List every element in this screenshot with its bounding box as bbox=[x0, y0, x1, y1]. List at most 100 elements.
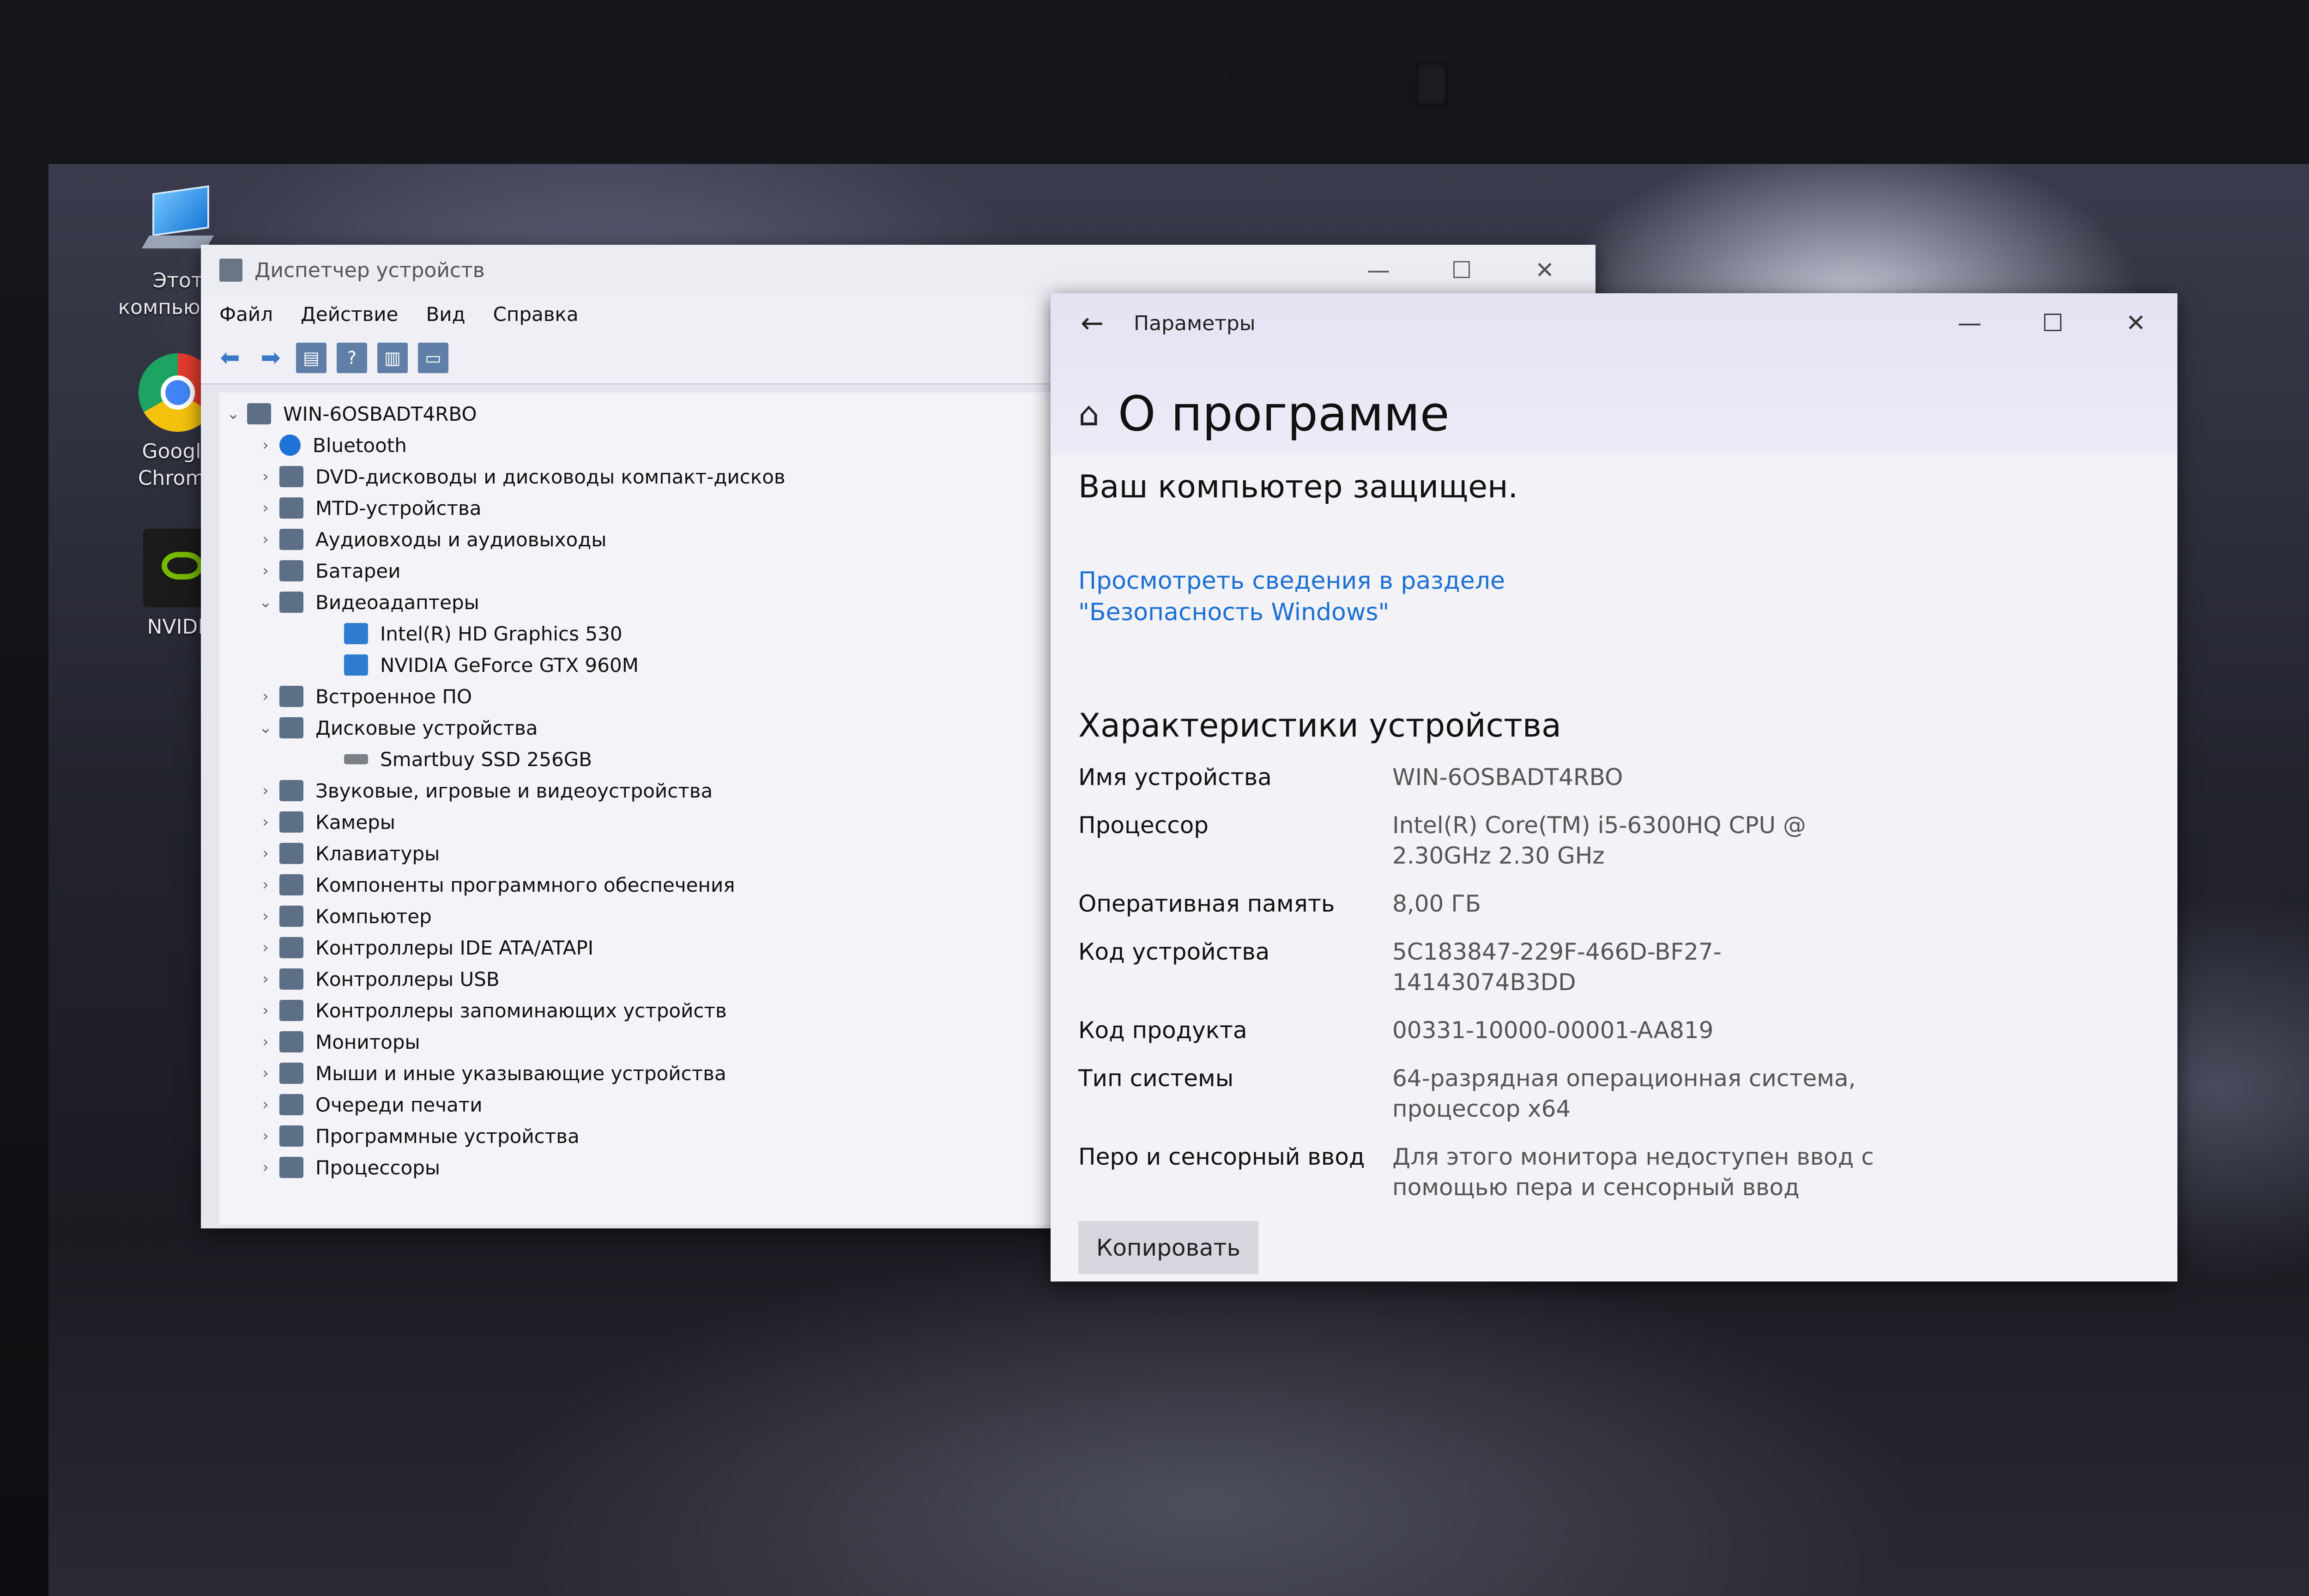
tree-node-label: DVD-дисководы и дисководы компакт-дисков bbox=[315, 465, 786, 488]
laptop-bezel: Этот компьютер Google Chrome NVIDIA Дисп… bbox=[0, 0, 2309, 1596]
chevron-right-icon[interactable]: › bbox=[252, 1033, 279, 1051]
copy-button[interactable]: Копировать bbox=[1078, 1221, 1258, 1274]
view-icon: ▥ bbox=[384, 348, 401, 368]
maximize-button[interactable]: ☐ bbox=[1420, 245, 1503, 296]
tree-node-label: Компьютер bbox=[315, 905, 432, 928]
tree-node-label: Мыши и иные указывающие устройства bbox=[315, 1062, 726, 1085]
device-category-icon bbox=[279, 937, 303, 958]
chevron-down-icon[interactable]: ⌄ bbox=[252, 593, 279, 611]
device-category-icon bbox=[279, 497, 303, 519]
spec-row: Имя устройства WIN-6OSBADT4RBO bbox=[1078, 762, 2150, 792]
device-category-icon bbox=[279, 1125, 303, 1147]
scan-hardware-button[interactable]: ▭ bbox=[418, 343, 448, 373]
close-icon: ✕ bbox=[1535, 257, 1554, 284]
spec-value: Для этого монитора недоступен ввод с пом… bbox=[1392, 1143, 1874, 1201]
device-category-icon bbox=[279, 1063, 303, 1084]
security-link[interactable]: Просмотреть сведения в разделе "Безопасн… bbox=[1078, 565, 1679, 628]
chevron-right-icon[interactable]: › bbox=[252, 970, 279, 988]
spec-key: Перо и сенсорный ввод bbox=[1078, 1143, 1365, 1170]
spec-value: 64-разрядная операционная система, проце… bbox=[1392, 1065, 1856, 1122]
settings-header: ← Параметры — ☐ ✕ ⌂ О программе bbox=[1051, 293, 2177, 455]
device-category-icon bbox=[279, 811, 303, 833]
forward-button[interactable]: ➡ bbox=[255, 343, 286, 373]
chevron-right-icon[interactable]: › bbox=[252, 781, 279, 800]
device-category-icon bbox=[279, 1094, 303, 1115]
spec-row: Тип системы 64-разрядная операционная сис… bbox=[1078, 1063, 2150, 1124]
device-category-icon bbox=[279, 968, 303, 990]
device-category-icon bbox=[247, 403, 271, 424]
tree-node-label: Smartbuy SSD 256GB bbox=[380, 748, 592, 771]
chevron-right-icon[interactable]: › bbox=[252, 687, 279, 706]
tree-node-label: Контроллеры USB bbox=[315, 967, 500, 991]
spec-key: Код продукта bbox=[1078, 1017, 1247, 1044]
device-category-icon bbox=[279, 466, 303, 487]
chevron-right-icon[interactable]: › bbox=[252, 938, 279, 957]
tree-node-label: Аудиовходы и аудиовыходы bbox=[315, 528, 607, 551]
chevron-right-icon[interactable]: › bbox=[252, 844, 279, 863]
tree-node-label: Процессоры bbox=[315, 1156, 441, 1179]
properties-icon: ▤ bbox=[303, 348, 320, 368]
device-category-icon bbox=[279, 592, 303, 613]
chevron-right-icon[interactable]: › bbox=[252, 530, 279, 549]
tree-node-label: Программные устройства bbox=[315, 1124, 580, 1148]
properties-button[interactable]: ▤ bbox=[296, 343, 326, 373]
chevron-right-icon[interactable]: › bbox=[252, 1064, 279, 1082]
chevron-right-icon[interactable]: › bbox=[252, 813, 279, 831]
window-title: Параметры bbox=[1134, 311, 1256, 335]
maximize-icon: ☐ bbox=[2042, 309, 2064, 337]
page-heading: ⌂ О программе bbox=[1078, 386, 1450, 442]
device-category-icon bbox=[344, 654, 368, 676]
view-button[interactable]: ▥ bbox=[377, 343, 408, 373]
chevron-right-icon[interactable]: › bbox=[252, 562, 279, 580]
spec-value: WIN-6OSBADT4RBO bbox=[1392, 764, 1623, 791]
back-button[interactable]: ← bbox=[1051, 307, 1134, 339]
tree-node-label: Батареи bbox=[315, 559, 401, 582]
tree-node-label: Мониторы bbox=[315, 1030, 420, 1053]
chevron-right-icon[interactable]: › bbox=[252, 907, 279, 925]
chevron-down-icon[interactable]: ⌄ bbox=[219, 405, 247, 423]
minimize-button[interactable]: — bbox=[1928, 293, 2011, 353]
tree-node-label: Дисковые устройства bbox=[315, 716, 538, 739]
spec-row: Оперативная память 8,00 ГБ bbox=[1078, 889, 2150, 919]
arrow-right-icon: ➡ bbox=[260, 344, 281, 372]
menu-view[interactable]: Вид bbox=[426, 303, 465, 326]
close-button[interactable]: ✕ bbox=[1503, 245, 1586, 296]
tree-node-label: Bluetooth bbox=[313, 434, 407, 457]
spec-key: Процессор bbox=[1078, 812, 1209, 839]
chevron-right-icon[interactable]: › bbox=[252, 1001, 279, 1020]
spec-value: 5C183847-229F-466D-BF27-14143074B3DD bbox=[1392, 938, 1722, 996]
chevron-right-icon[interactable]: › bbox=[252, 467, 279, 486]
chevron-right-icon[interactable]: › bbox=[252, 499, 279, 517]
home-icon[interactable]: ⌂ bbox=[1078, 394, 1100, 433]
tree-node-label: WIN-6OSBADT4RBO bbox=[283, 402, 477, 425]
help-button[interactable]: ? bbox=[337, 343, 367, 373]
chevron-right-icon[interactable]: › bbox=[252, 1158, 279, 1177]
menu-action[interactable]: Действие bbox=[301, 303, 398, 326]
device-category-icon bbox=[279, 906, 303, 927]
chevron-right-icon[interactable]: › bbox=[252, 1127, 279, 1145]
chevron-right-icon[interactable]: › bbox=[252, 876, 279, 894]
device-manager-titlebar[interactable]: Диспетчер устройств — ☐ ✕ bbox=[201, 245, 1596, 296]
tree-node-label: Камеры bbox=[315, 810, 395, 834]
tree-node-label: Intel(R) HD Graphics 530 bbox=[380, 622, 623, 645]
chevron-right-icon[interactable]: › bbox=[252, 436, 279, 454]
spec-key: Оперативная память bbox=[1078, 890, 1335, 917]
tree-node-label: Контроллеры запоминающих устройств bbox=[315, 999, 727, 1022]
close-button[interactable]: ✕ bbox=[2094, 293, 2177, 353]
webcam bbox=[1415, 62, 1448, 106]
chevron-down-icon[interactable]: ⌄ bbox=[252, 719, 279, 737]
menu-file[interactable]: Файл bbox=[219, 303, 273, 326]
device-category-icon bbox=[279, 1000, 303, 1021]
desktop: Этот компьютер Google Chrome NVIDIA Дисп… bbox=[48, 164, 2309, 1596]
menu-help[interactable]: Справка bbox=[493, 303, 579, 326]
minimize-button[interactable]: — bbox=[1337, 245, 1420, 296]
device-category-icon bbox=[279, 1157, 303, 1178]
device-manager-app-icon bbox=[219, 259, 242, 282]
tree-node-label: Компоненты программного обеспечения bbox=[315, 873, 735, 896]
tree-node-label: Контроллеры IDE ATA/ATAPI bbox=[315, 936, 594, 959]
maximize-button[interactable]: ☐ bbox=[2011, 293, 2094, 353]
spec-row: Перо и сенсорный ввод Для этого монитора … bbox=[1078, 1142, 2150, 1203]
chevron-right-icon[interactable]: › bbox=[252, 1095, 279, 1114]
back-button[interactable]: ⬅ bbox=[215, 343, 245, 373]
device-category-icon bbox=[279, 874, 303, 895]
